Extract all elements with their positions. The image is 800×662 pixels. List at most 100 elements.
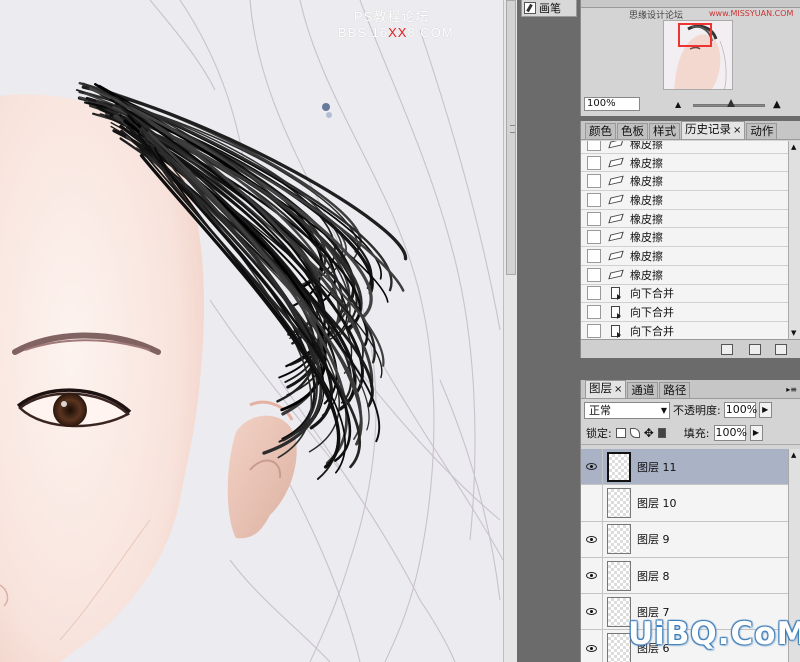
scrollbar-thumb[interactable] [506,0,516,275]
zoom-level-field[interactable]: 100% [584,97,640,111]
opacity-label: 不透明度: [673,404,721,417]
history-state-label: 向下合并 [630,306,674,320]
sketch-line [379,359,503,561]
close-icon[interactable]: × [614,384,622,395]
panel-menu-icon[interactable]: ▸≡ [786,385,797,394]
history-state-row[interactable]: 向下合并 [581,303,789,322]
tab-history[interactable]: 历史记录 × [681,121,746,139]
history-state-label: 橡皮擦 [630,156,663,170]
tab-label: 样式 [653,124,676,138]
fill-label: 填充: [683,426,710,440]
layer-thumbnail [607,487,631,518]
eraser-icon [608,269,624,281]
snapshot-source-checkbox[interactable] [587,174,601,189]
visibility-toggle[interactable] [581,449,603,485]
tab-layers[interactable]: 图层 × [585,380,627,398]
visibility-toggle[interactable] [581,485,603,521]
snapshot-source-checkbox[interactable] [587,141,601,151]
scrollbar-grip-icon [510,125,515,133]
eye-icon [586,644,597,652]
eraser-icon [608,250,624,262]
history-list[interactable]: 橡皮擦橡皮擦橡皮擦橡皮擦橡皮擦橡皮擦橡皮擦橡皮擦向下合并向下合并向下合并▷向下合… [581,141,789,339]
history-state-row[interactable]: 向下合并 [581,322,789,339]
history-state-label: 橡皮擦 [630,231,663,245]
scroll-down-icon[interactable]: ▼ [791,329,796,337]
snapshot-source-checkbox[interactable] [587,192,601,207]
snapshot-source-checkbox[interactable] [587,323,601,338]
history-state-row[interactable]: 橡皮擦 [581,228,789,248]
eraser-icon [608,141,624,150]
brush-icon [524,2,536,14]
zoom-in-icon[interactable]: ▲ [773,99,781,110]
tab-label: 路径 [663,383,687,397]
tab-swatches[interactable]: 色板 [617,123,648,139]
trash-icon[interactable] [775,344,787,355]
blend-mode-select[interactable]: 正常 ▼ [584,401,670,419]
tab-color[interactable]: 颜色 [585,123,616,139]
history-panel: 颜色 色板 样式 历史记录 × 动作 橡皮擦 橡皮擦 橡皮擦 橡皮擦 橡皮擦 橡皮擦 橡皮擦橡… [580,121,800,358]
eraser-icon [608,175,624,187]
fill-slider-button[interactable]: ▶ [749,424,763,441]
navigator-view-box[interactable] [678,23,712,47]
history-state-label: 橡皮擦 [630,141,663,151]
site-logo: UiBQ.CoM [628,616,800,652]
visibility-toggle[interactable] [581,557,603,594]
lock-position-icon[interactable]: ✥ [644,426,654,440]
history-state-row[interactable]: 橡皮擦 [581,247,789,266]
scroll-up-icon[interactable]: ▲ [791,451,796,459]
canvas-vertical-scrollbar[interactable] [503,0,517,662]
chevron-down-icon: ▼ [660,405,667,415]
close-icon[interactable]: × [733,125,741,136]
new-document-from-state-icon[interactable] [721,344,733,355]
lock-image-icon[interactable] [629,427,640,438]
iris [53,393,87,427]
snapshot-source-checkbox[interactable] [587,155,601,170]
snapshot-source-checkbox[interactable] [587,286,601,301]
history-state-row[interactable]: 橡皮擦 [581,191,789,210]
watermark-url-suffix: 8.COM [407,25,454,40]
sketch-line [229,559,331,662]
watermark-url-prefix: BBS.16 [338,25,389,40]
history-state-label: 橡皮擦 [630,212,663,226]
tab-styles[interactable]: 样式 [649,123,680,139]
history-state-row[interactable]: 向下合并 [581,285,789,304]
navigator-thumbnail[interactable] [663,20,733,90]
history-state-row[interactable]: 橡皮擦 [581,210,789,229]
history-scrollbar[interactable]: ▲ ▼ [788,141,800,339]
snapshot-source-checkbox[interactable] [587,267,601,282]
tab-channels[interactable]: 通道 [627,382,659,398]
zoom-out-icon[interactable]: ▲ [675,100,681,109]
brush-panel-tab[interactable]: 画笔 [521,0,577,17]
history-state-row[interactable]: 橡皮擦 [581,266,789,285]
layer-row[interactable]: 图层 11 [581,449,789,486]
visibility-toggle[interactable] [581,521,603,557]
history-state-row[interactable]: 橡皮擦 [581,154,789,173]
snapshot-source-checkbox[interactable] [587,230,601,245]
history-state-row[interactable]: 橡皮擦 [581,141,789,154]
opacity-slider-button[interactable]: ▶ [758,402,772,418]
zoom-slider-knob[interactable] [727,99,735,107]
snapshot-source-checkbox[interactable] [587,211,601,226]
snapshot-source-checkbox[interactable] [587,305,601,320]
tab-paths[interactable]: 路径 [659,382,691,398]
layer-row[interactable]: 图层 10 [581,485,789,522]
snapshot-source-checkbox[interactable] [587,248,601,263]
layer-row[interactable]: 图层 8 [581,557,789,595]
fill-field[interactable]: 100% [713,424,747,441]
tab-label: 通道 [631,383,655,397]
camera-snapshot-icon[interactable] [749,344,761,355]
scroll-up-icon[interactable]: ▲ [791,143,796,151]
document-canvas[interactable]: PS教程论坛 BBS.16XX8.COM [0,0,503,662]
lock-transparency-icon[interactable] [615,427,626,438]
visibility-toggle[interactable] [581,630,603,662]
layer-row[interactable]: 图层 9 [581,521,789,558]
eraser-icon [608,194,624,206]
navigator-tab-strip [581,0,800,8]
opacity-field[interactable]: 100% [723,402,757,418]
history-panel-tabs: 颜色 色板 样式 历史记录 × 动作 [581,121,800,140]
tab-label: 动作 [750,124,774,138]
lock-all-icon[interactable] [657,427,666,438]
tab-actions[interactable]: 动作 [746,123,778,139]
visibility-toggle[interactable] [581,594,603,630]
history-state-row[interactable]: 橡皮擦 [581,172,789,192]
